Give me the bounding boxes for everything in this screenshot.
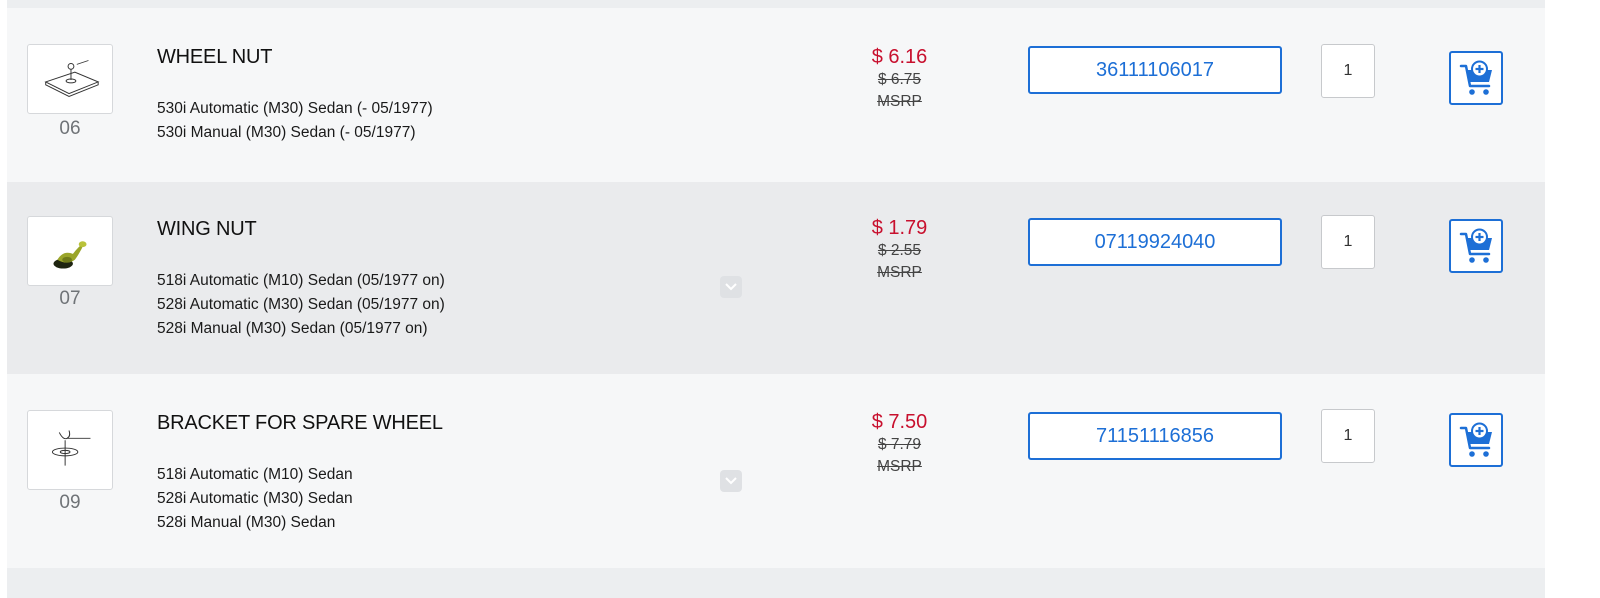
part-row-bracket: 09 BRACKET FOR SPARE WHEEL 518i Automati… [7,374,1545,568]
part-title: BRACKET FOR SPARE WHEEL [157,412,443,434]
fitment-item: 528i Manual (M30) Sedan [157,514,336,531]
sale-price: $ 6.16 [871,46,928,68]
part-number-link[interactable]: 71151116856 [1028,412,1282,460]
fitment-item: 518i Automatic (M10) Sedan (05/1977 on) [157,272,445,289]
sale-price: $ 7.50 [871,411,928,433]
reference-number: 07 [59,288,81,309]
fitment-list: 518i Automatic (M10) Sedan 528i Automati… [157,463,353,535]
fitment-item: 528i Automatic (M30) Sedan [157,490,353,507]
price-block: $ 1.79 $ 2.55 MSRP [847,217,952,284]
expand-fitments-button[interactable] [720,470,742,492]
add-to-cart-button[interactable] [1449,219,1503,273]
msrp-price: $ 6.75 [877,71,922,88]
part-row-wheel-nut: 06 WHEEL NUT 530i Automatic (M30) Sedan … [7,8,1545,182]
reference-number: 09 [59,492,81,513]
fitment-item: 530i Manual (M30) Sedan (- 05/1977) [157,124,416,141]
part-title: WHEEL NUT [157,46,273,68]
fitment-item: 528i Manual (M30) Sedan (05/1977 on) [157,320,428,337]
fitment-item: 528i Automatic (M30) Sedan (05/1977 on) [157,296,445,313]
parts-list: 06 WHEEL NUT 530i Automatic (M30) Sedan … [7,0,1545,598]
quantity-input[interactable] [1321,215,1375,269]
fitment-list: 530i Automatic (M30) Sedan (- 05/1977) 5… [157,97,433,145]
quantity-input[interactable] [1321,44,1375,98]
part-thumbnail[interactable] [27,216,113,286]
reference-number: 06 [59,118,81,139]
price-block: $ 6.16 $ 6.75 MSRP [847,46,952,113]
msrp-label: MSRP [877,458,922,475]
bracket-diagram-icon [51,430,91,466]
wing-nut-photo-icon [53,241,87,269]
cart-add-icon [1459,228,1492,263]
msrp-label: MSRP [877,93,922,110]
chevron-down-icon [725,477,737,485]
msrp-label: MSRP [877,264,922,281]
fitment-list: 518i Automatic (M10) Sedan (05/1977 on) … [157,269,445,341]
part-title: WING NUT [157,218,257,240]
cart-add-icon [1459,60,1492,95]
price-block: $ 7.50 $ 7.79 MSRP [847,411,952,478]
wheel-nut-diagram-icon [44,60,100,98]
msrp-price: $ 2.55 [877,242,922,259]
part-thumbnail[interactable] [27,44,113,114]
msrp-price: $ 7.79 [877,436,922,453]
part-number-link[interactable]: 36111106017 [1028,46,1282,94]
sale-price: $ 1.79 [871,217,928,239]
add-to-cart-button[interactable] [1449,413,1503,467]
add-to-cart-button[interactable] [1449,51,1503,105]
fitment-item: 518i Automatic (M10) Sedan [157,466,353,483]
part-thumbnail[interactable] [27,410,113,490]
part-number-link[interactable]: 07119924040 [1028,218,1282,266]
chevron-down-icon [725,283,737,291]
expand-fitments-button[interactable] [720,276,742,298]
cart-add-icon [1459,422,1492,457]
quantity-input[interactable] [1321,409,1375,463]
fitment-item: 530i Automatic (M30) Sedan (- 05/1977) [157,100,433,117]
part-row-wing-nut: 07 WING NUT 518i Automatic (M10) Sedan (… [7,182,1545,374]
